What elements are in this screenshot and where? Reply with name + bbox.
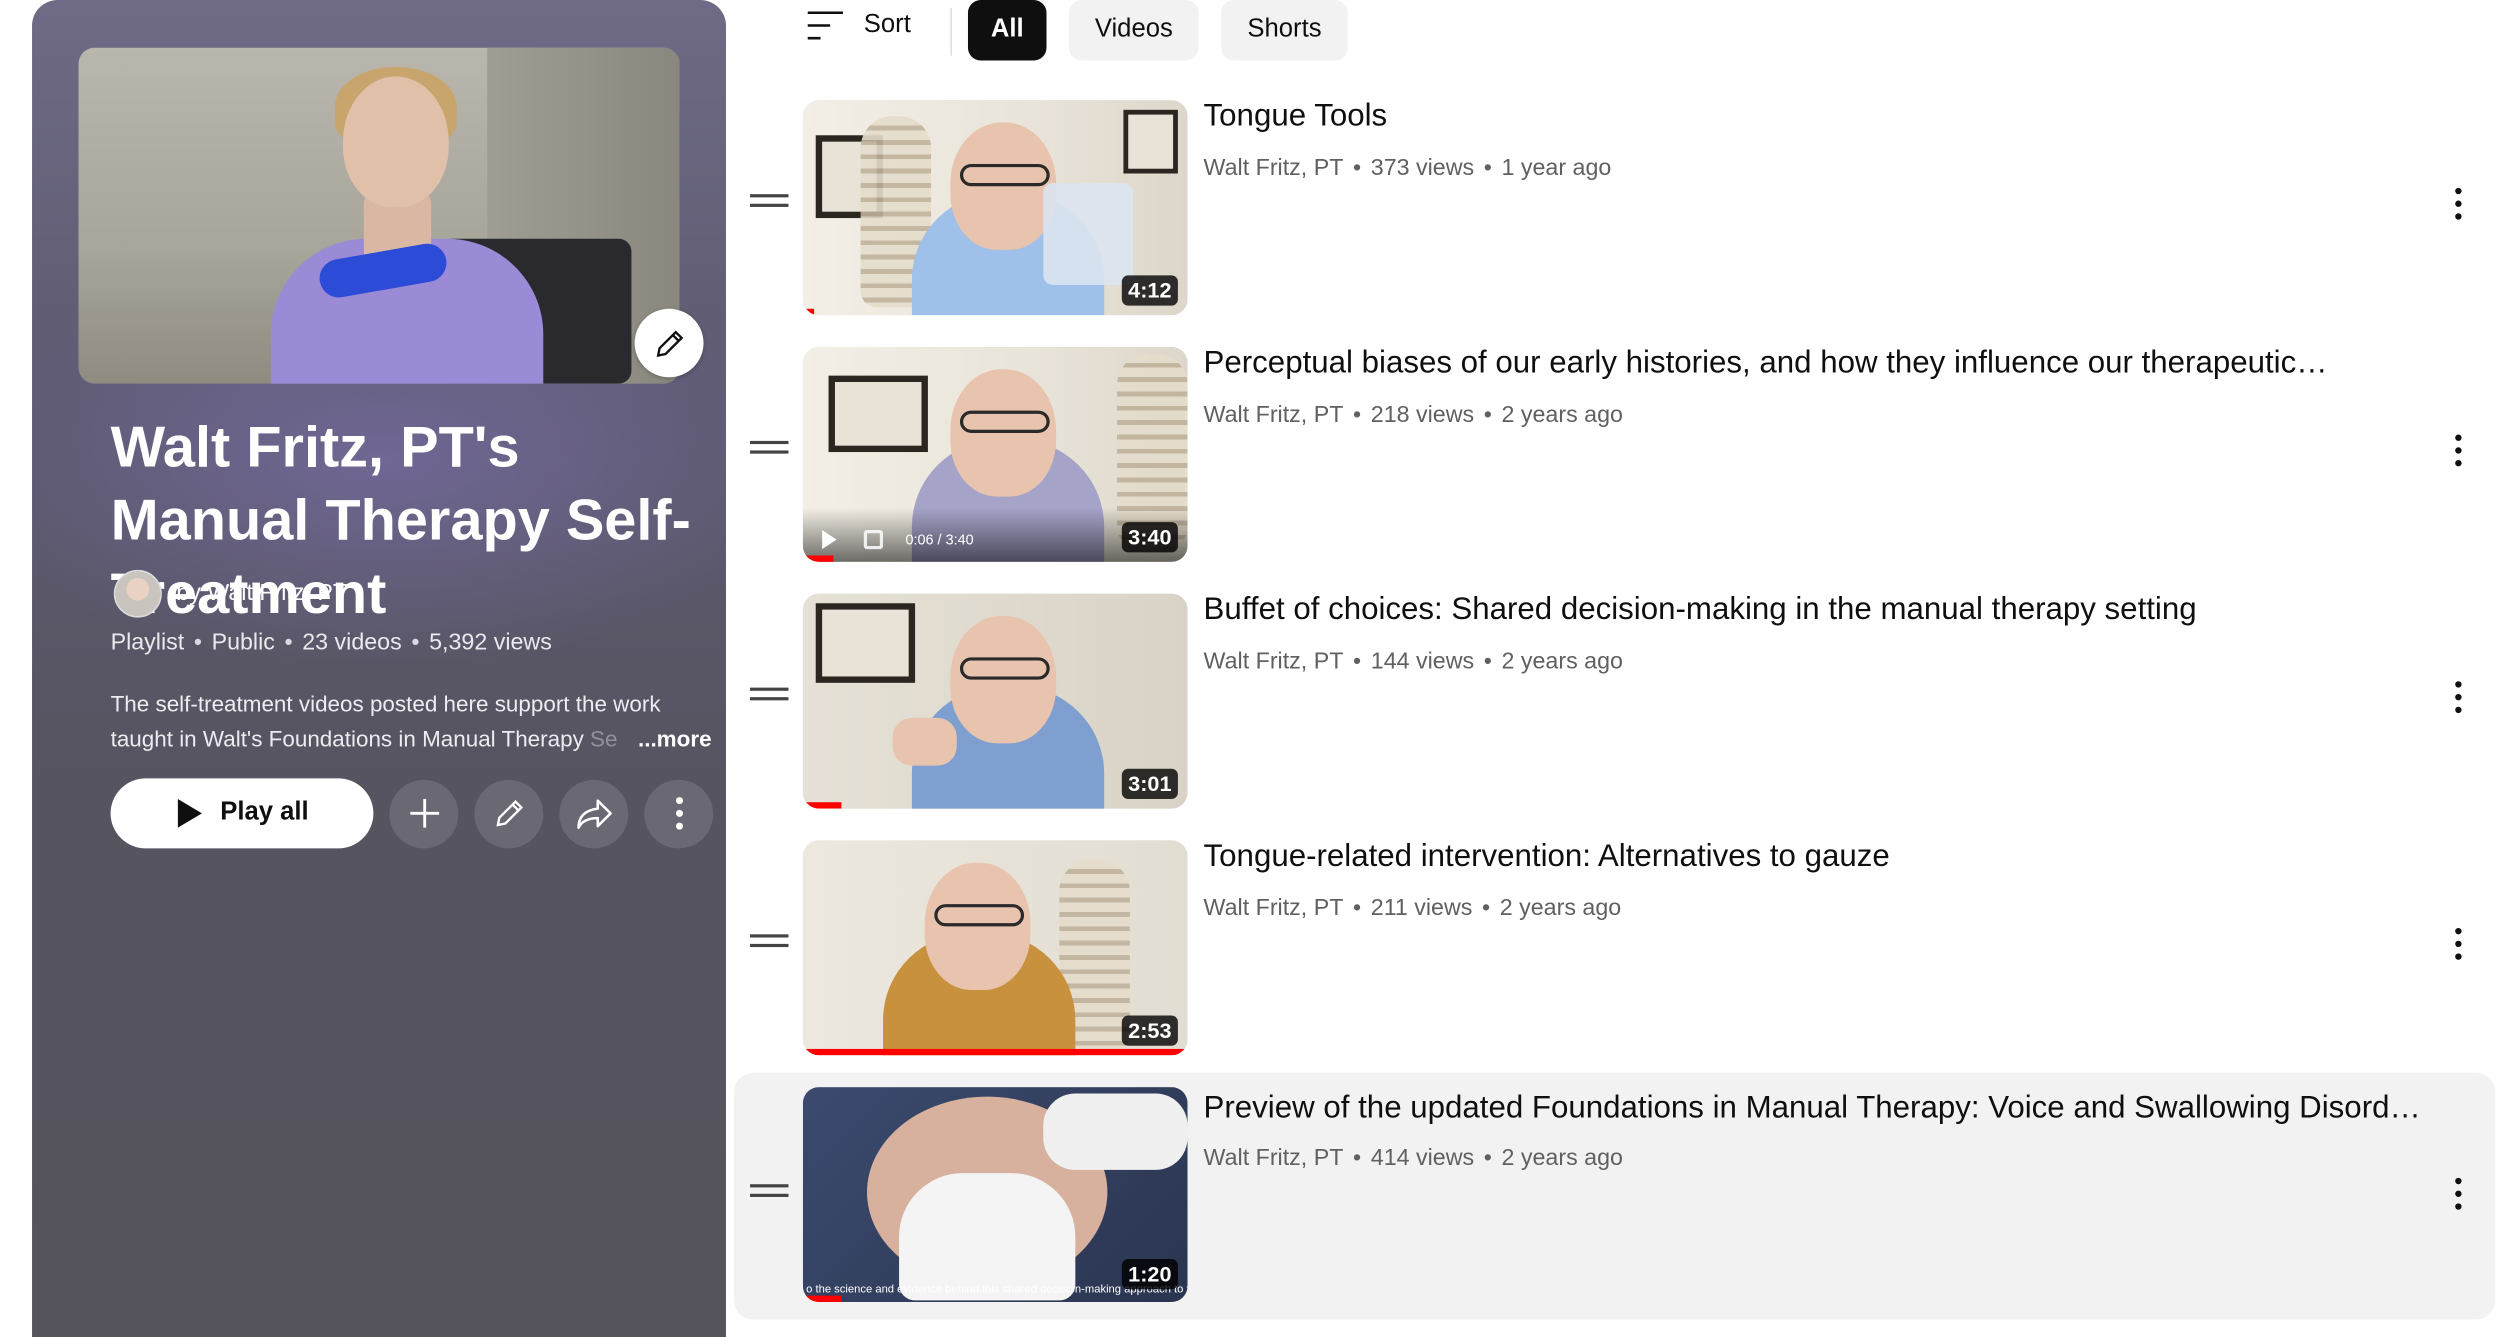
drag-handle-icon[interactable] xyxy=(750,1184,789,1200)
view-count: 218 views xyxy=(1370,402,1475,429)
drag-handle-icon[interactable] xyxy=(750,687,789,704)
playlist-owner[interactable]: by Walt Fritz, PT xyxy=(113,569,347,618)
video-meta: Walt Fritz, PT • 211 views • 2 years ago xyxy=(1203,896,1622,922)
description-line-1: The self-treatment videos posted here su… xyxy=(110,690,661,717)
video-title[interactable]: Tongue-related intervention: Alternative… xyxy=(1204,834,2422,879)
description-line-2: taught in Walt's Foundations in Manual T… xyxy=(110,725,618,752)
playlist-meta: Playlist • Public • 23 videos • 5,392 views xyxy=(110,630,552,656)
channel-name[interactable]: Walt Fritz, PT xyxy=(1204,1146,1344,1171)
video-menu-button[interactable] xyxy=(2442,672,2474,723)
sort-button[interactable]: Sort xyxy=(806,10,911,42)
watch-progress xyxy=(802,802,842,809)
divider xyxy=(950,7,952,56)
avatar[interactable] xyxy=(113,569,162,618)
save-playlist-button[interactable] xyxy=(389,779,459,848)
video-menu-button[interactable] xyxy=(2442,425,2474,476)
more-link[interactable]: ...more xyxy=(638,721,712,756)
play-icon xyxy=(822,530,837,550)
watch-progress xyxy=(802,1048,1188,1056)
play-icon xyxy=(178,799,203,828)
playlist-cover-image[interactable] xyxy=(78,47,680,384)
video-thumbnail[interactable]: 4:12 xyxy=(802,100,1188,316)
pencil-icon xyxy=(655,329,683,357)
list-item[interactable]: 2:53 Tongue-related intervention: Altern… xyxy=(734,829,2495,1076)
drag-handle-icon[interactable] xyxy=(750,194,789,210)
video-duration: 3:40 xyxy=(1121,522,1178,553)
upload-age: 2 years ago xyxy=(1501,402,1623,429)
chip-videos[interactable]: Videos xyxy=(1068,0,1199,61)
drag-handle-icon[interactable] xyxy=(750,934,789,950)
video-thumbnail[interactable]: 0:06 / 3:40 3:40 xyxy=(802,346,1188,562)
list-item[interactable]: 0:06 / 3:40 3:40 Perceptual biases of ou… xyxy=(734,336,2495,583)
view-count: 211 views xyxy=(1370,896,1473,922)
view-count: 414 views xyxy=(1370,1146,1475,1172)
channel-name[interactable]: Walt Fritz, PT xyxy=(1204,649,1344,674)
view-count: 373 views xyxy=(1370,155,1475,182)
more-actions-button[interactable] xyxy=(644,779,714,848)
channel-name[interactable]: Walt Fritz, PT xyxy=(1204,896,1344,921)
channel-name[interactable]: Walt Fritz, PT xyxy=(1204,156,1344,181)
edit-playlist-button[interactable] xyxy=(474,779,544,848)
watch-progress xyxy=(802,1295,842,1303)
upload-age: 2 years ago xyxy=(1499,896,1622,922)
edit-cover-button[interactable] xyxy=(634,308,704,378)
video-meta: Walt Fritz, PT • 144 views • 2 years ago xyxy=(1203,649,1623,675)
playlist-video-count: 23 videos xyxy=(302,630,402,656)
channel-name[interactable]: Walt Fritz, PT xyxy=(1204,403,1344,428)
kebab-icon xyxy=(675,797,683,830)
watch-progress xyxy=(802,308,815,316)
play-all-label: Play all xyxy=(220,799,309,827)
video-thumbnail[interactable]: o the science and evidence behind this s… xyxy=(802,1087,1188,1303)
playlist-type: Playlist xyxy=(110,630,185,656)
video-title[interactable]: Tongue Tools xyxy=(1204,94,2422,139)
view-count: 144 views xyxy=(1370,649,1475,675)
video-meta: Walt Fritz, PT • 218 views • 2 years ago xyxy=(1203,402,1623,429)
chip-all[interactable]: All xyxy=(967,0,1047,61)
video-thumbnail[interactable]: 2:53 xyxy=(802,840,1188,1056)
video-duration: 3:01 xyxy=(1121,768,1178,800)
watch-progress xyxy=(802,555,834,562)
upload-age: 1 year ago xyxy=(1501,155,1612,182)
share-button[interactable] xyxy=(559,779,629,848)
drag-handle-icon[interactable] xyxy=(750,440,789,457)
video-title[interactable]: Buffet of choices: Shared decision-makin… xyxy=(1204,587,2422,632)
owner-name[interactable]: by Walt Fritz, PT xyxy=(176,581,347,606)
video-thumbnail[interactable]: 3:01 xyxy=(802,593,1188,809)
plus-icon xyxy=(409,799,439,828)
list-item[interactable]: 3:01 Buffet of choices: Shared decision-… xyxy=(734,583,2495,830)
video-title[interactable]: Preview of the updated Foundations in Ma… xyxy=(1204,1086,2422,1131)
video-menu-button[interactable] xyxy=(2442,178,2474,229)
playlist-view-count: 5,392 views xyxy=(429,630,552,656)
sort-label: Sort xyxy=(863,11,911,39)
playlist-header-panel: Walt Fritz, PT's Manual Therapy Self-Tre… xyxy=(32,0,726,1337)
video-menu-button[interactable] xyxy=(2442,1168,2474,1219)
video-duration: 4:12 xyxy=(1121,275,1178,306)
list-item[interactable]: o the science and evidence behind this s… xyxy=(733,1072,2496,1320)
volume-icon xyxy=(863,530,884,550)
sort-icon xyxy=(807,11,843,40)
chip-shorts[interactable]: Shorts xyxy=(1221,0,1348,61)
video-menu-button[interactable] xyxy=(2442,918,2474,969)
list-item[interactable]: 4:12 Tongue Tools Walt Fritz, PT • 373 vi… xyxy=(734,89,2495,336)
playlist-visibility: Public xyxy=(211,630,275,656)
pencil-icon xyxy=(495,800,523,827)
video-duration: 1:20 xyxy=(1121,1259,1178,1290)
video-meta: Walt Fritz, PT • 373 views • 1 year ago xyxy=(1203,155,1612,182)
video-title[interactable]: Perceptual biases of our early histories… xyxy=(1204,341,2422,386)
player-time: 0:06 / 3:40 xyxy=(905,531,974,548)
upload-age: 2 years ago xyxy=(1501,1146,1623,1172)
upload-age: 2 years ago xyxy=(1501,649,1623,675)
playlist-description: The self-treatment videos posted here su… xyxy=(111,686,712,756)
share-icon xyxy=(576,799,612,829)
playlist-actions: Play all xyxy=(110,778,714,849)
play-all-button[interactable]: Play all xyxy=(110,778,374,849)
video-duration: 2:53 xyxy=(1121,1015,1178,1046)
video-meta: Walt Fritz, PT • 414 views • 2 years ago xyxy=(1203,1146,1623,1172)
